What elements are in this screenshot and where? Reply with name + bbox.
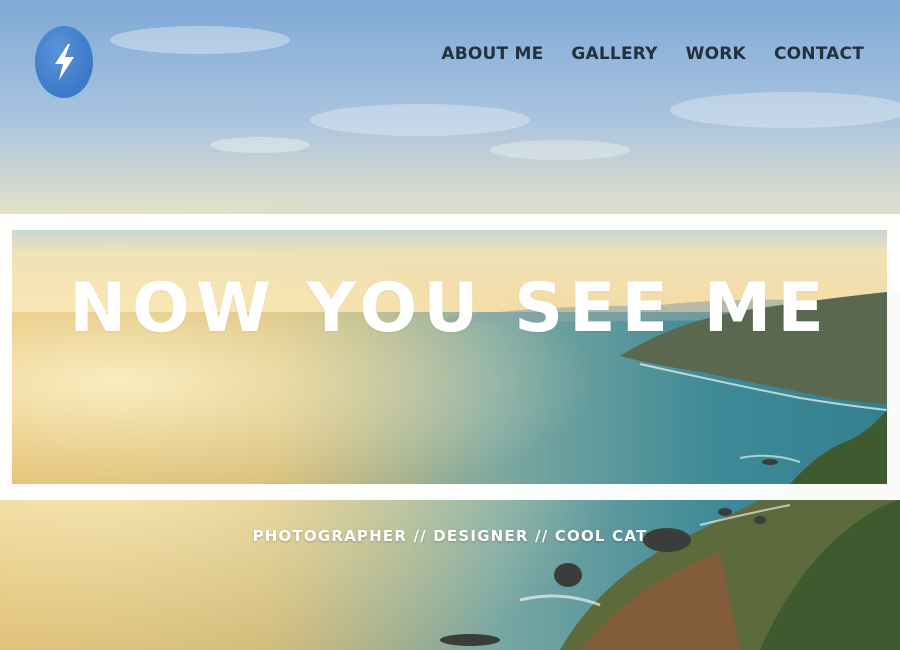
nav-item-gallery[interactable]: GALLERY	[571, 44, 657, 64]
hero-title: NOW YOU SEE ME	[69, 269, 830, 348]
nav-item-contact[interactable]: CONTACT	[774, 44, 864, 64]
lightning-bolt-icon	[55, 44, 74, 80]
page: ABOUT ME GALLERY WORK CONTACT NOW YOU SE…	[0, 0, 900, 650]
nav-item-about-me[interactable]: ABOUT ME	[441, 44, 543, 64]
hero-tagline: PHOTOGRAPHER // DESIGNER // COOL CAT	[252, 527, 648, 545]
nav-item-work[interactable]: WORK	[686, 44, 746, 64]
main-nav: ABOUT ME GALLERY WORK CONTACT	[441, 44, 864, 64]
logo[interactable]	[35, 26, 93, 98]
